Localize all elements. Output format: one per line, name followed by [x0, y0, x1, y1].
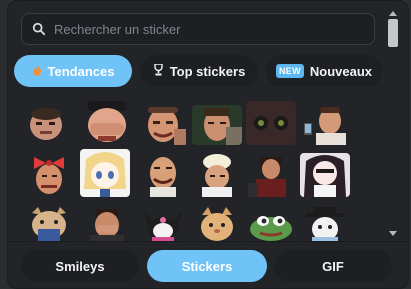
cat-sticker [24, 207, 74, 241]
cat-eyes-sticker [246, 101, 296, 145]
new-badge: NEW [275, 64, 304, 78]
search-icon [32, 22, 46, 36]
tab-label: Nouveaux [309, 63, 373, 79]
category-tabs: Tendances Top stickers NEW Nouveaux [14, 55, 382, 87]
sticker-item[interactable] [192, 105, 242, 145]
tab-label: Top stickers [169, 63, 246, 79]
sticker-item[interactable] [246, 153, 296, 197]
man-bow-sticker [24, 153, 74, 197]
sticker-item[interactable] [138, 207, 188, 241]
search-bar[interactable] [21, 13, 375, 45]
man-laughing-sticker [82, 101, 132, 145]
tab-tendances[interactable]: Tendances [14, 55, 132, 87]
el-risitas-sticker [138, 153, 188, 197]
sticker-item[interactable] [300, 153, 350, 197]
scroll-down-arrow-icon[interactable] [389, 231, 397, 236]
man-phone-sticker [300, 105, 350, 145]
chef-sticker [192, 153, 242, 197]
pepe-sticker [246, 213, 296, 241]
search-input[interactable] [52, 20, 356, 38]
scrollbar[interactable] [386, 9, 400, 241]
bottom-tab-bar: Smileys Stickers GIF [8, 241, 408, 288]
tab-stickers[interactable]: Stickers [147, 250, 267, 282]
anime-girl-peace-sticker [300, 153, 350, 197]
sticker-item[interactable] [300, 105, 350, 145]
anime-girl-sticker [80, 149, 130, 197]
man-facepalm-sticker [82, 207, 132, 241]
tab-gif[interactable]: GIF [274, 250, 392, 282]
orange-cat-sticker [192, 207, 242, 241]
sticker-grid [20, 101, 376, 241]
sticker-item[interactable] [246, 101, 296, 145]
sticker-item[interactable] [82, 207, 132, 241]
tab-label: Smileys [55, 258, 105, 274]
tab-smileys[interactable]: Smileys [21, 250, 139, 282]
trophy-icon [153, 62, 164, 79]
flame-icon [32, 63, 42, 79]
sticker-item[interactable] [80, 149, 130, 197]
man-smirk-sticker [192, 105, 242, 145]
sticker-item[interactable] [300, 207, 350, 241]
sticker-item[interactable] [24, 105, 74, 145]
tab-label: GIF [322, 258, 344, 274]
scroll-up-arrow-icon[interactable] [389, 11, 397, 16]
sticker-item[interactable] [138, 105, 188, 145]
tab-top-stickers[interactable]: Top stickers [140, 55, 258, 87]
tab-label: Stickers [181, 258, 233, 274]
tab-label: Tendances [47, 63, 115, 79]
man-face-sticker [24, 105, 74, 145]
sticker-item[interactable] [138, 153, 188, 197]
scroll-thumb[interactable] [388, 19, 398, 47]
man-sitting-sticker [246, 153, 296, 197]
sticker-item[interactable] [246, 213, 296, 241]
sticker-item[interactable] [24, 207, 74, 241]
kuromi-sticker [138, 207, 188, 241]
sticker-item[interactable] [24, 153, 74, 197]
meme-man-sticker [138, 105, 188, 145]
hat-character-sticker [300, 207, 350, 241]
sticker-item[interactable] [192, 153, 242, 197]
sticker-picker-panel: Tendances Top stickers NEW Nouveaux [7, 0, 409, 289]
sticker-item[interactable] [82, 101, 132, 145]
sticker-item[interactable] [192, 207, 242, 241]
tab-nouveaux[interactable]: NEW Nouveaux [266, 55, 382, 87]
